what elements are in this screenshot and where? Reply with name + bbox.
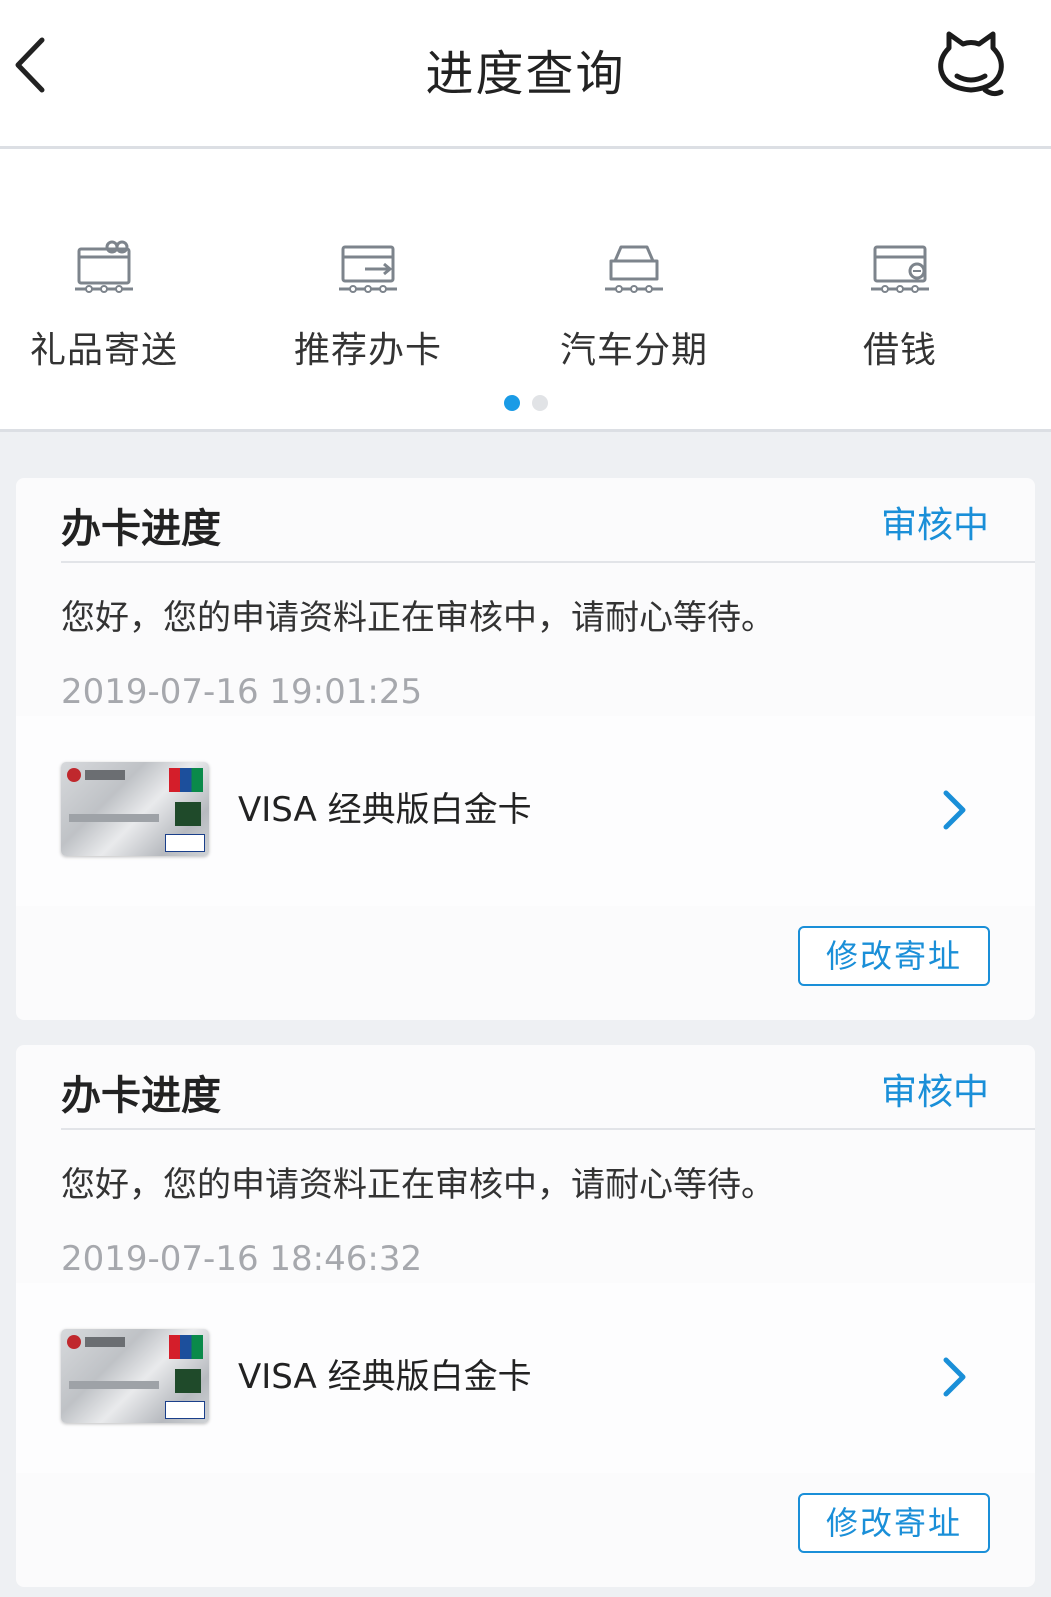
product-row[interactable]: VISA 经典版白金卡: [16, 1283, 1035, 1473]
page-title: 进度查询: [425, 46, 626, 102]
application-progress-card: 办卡进度 审核中 您好，您的申请资料正在审核中，请耐心等待。 2019-07-1…: [16, 478, 1035, 1020]
gift-card-icon: [75, 240, 133, 293]
status-badge: 审核中: [880, 505, 989, 546]
quick-item-label: 借钱: [862, 330, 937, 371]
quick-item-recommend[interactable]: 推荐办卡: [268, 237, 468, 373]
timestamp: 2019-07-16 18:46:32: [61, 1239, 423, 1279]
quick-item-label: 推荐办卡: [293, 330, 442, 371]
status-message: 您好，您的申请资料正在审核中，请耐心等待。: [61, 598, 775, 638]
cat-service-icon: [938, 31, 1004, 97]
card-title: 办卡进度: [61, 1073, 221, 1119]
card-header: 办卡进度 审核中: [61, 1045, 1035, 1130]
car-icon: [605, 245, 663, 293]
credit-card-image: [61, 1329, 209, 1423]
quick-item-label: 礼品寄送: [29, 330, 178, 371]
edit-address-button[interactable]: 修改寄址: [798, 1493, 990, 1553]
card-title: 办卡进度: [61, 506, 221, 552]
quick-item-loan[interactable]: 借钱: [800, 237, 1000, 373]
application-progress-card: 办卡进度 审核中 您好，您的申请资料正在审核中，请耐心等待。 2019-07-1…: [16, 1045, 1035, 1587]
card-header: 办卡进度 审核中: [61, 478, 1035, 563]
page-dot-active[interactable]: [503, 395, 520, 411]
card-transfer-icon: [339, 245, 397, 293]
card-loan-icon: [871, 245, 929, 293]
product-name: VISA 经典版白金卡: [238, 790, 532, 830]
page-indicator: [0, 395, 1051, 415]
product-name: VISA 经典版白金卡: [238, 1357, 532, 1397]
quick-item-car[interactable]: 汽车分期: [534, 237, 734, 373]
timestamp: 2019-07-16 19:01:25: [61, 672, 423, 712]
nav-bar: 进度查询: [0, 0, 1051, 149]
chevron-right-icon: [943, 1357, 966, 1397]
edit-address-button[interactable]: 修改寄址: [798, 926, 990, 986]
product-row[interactable]: VISA 经典版白金卡: [16, 716, 1035, 906]
quick-item-label: 汽车分期: [559, 330, 708, 371]
page-dot[interactable]: [531, 395, 548, 411]
quick-item-gift[interactable]: 礼品寄送: [4, 237, 204, 373]
status-badge: 审核中: [880, 1072, 989, 1113]
quick-menu: 礼品寄送 推荐办卡 汽车分期 借钱: [0, 149, 1051, 432]
customer-service-button[interactable]: [935, 28, 1007, 100]
chevron-right-icon: [943, 790, 966, 830]
status-message: 您好，您的申请资料正在审核中，请耐心等待。: [61, 1165, 775, 1205]
credit-card-image: [61, 762, 209, 856]
